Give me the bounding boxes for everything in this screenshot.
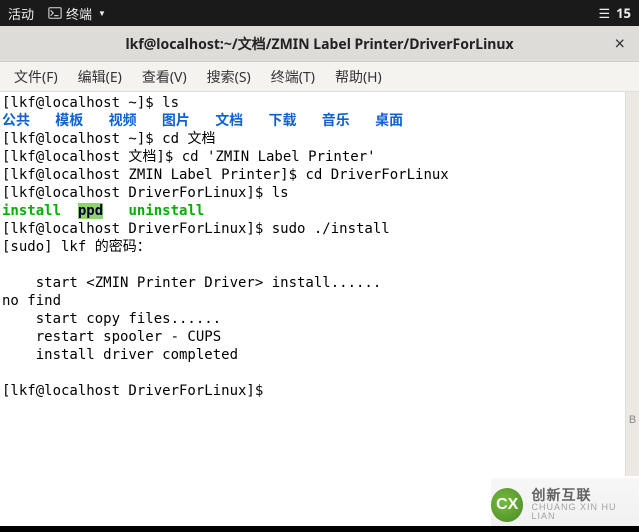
- dir-videos: 视频: [109, 113, 137, 129]
- dropdown-triangle-icon: ▼: [98, 8, 106, 19]
- dir-documents: 文档: [215, 113, 243, 129]
- watermark-line2: CHUANG XIN HU LIAN: [531, 503, 639, 522]
- prompt: [lkf@localhost DriverForLinux]$: [2, 383, 272, 399]
- menu-view[interactable]: 查看(V): [132, 63, 197, 91]
- output-line: no find: [2, 293, 61, 309]
- exec-install: install: [2, 203, 61, 219]
- exec-uninstall: uninstall: [128, 203, 204, 219]
- watermark: CX 创新互联 CHUANG XIN HU LIAN: [491, 478, 639, 532]
- hamburger-icon[interactable]: ☰: [598, 4, 610, 22]
- close-button[interactable]: ×: [608, 31, 631, 56]
- terminal-app-indicator[interactable]: 终端 ▼: [48, 4, 106, 23]
- command-text: cd DriverForLinux: [305, 167, 448, 183]
- output-line: start copy files......: [2, 311, 221, 327]
- dir-templates: 模板: [55, 113, 83, 129]
- command-text: cd 'ZMIN Label Printer': [182, 149, 376, 165]
- prompt: [lkf@localhost DriverForLinux]$: [2, 185, 272, 201]
- window-title: lkf@localhost:~/文档/ZMIN Label Printer/Dr…: [125, 34, 513, 54]
- dir-ppd: ppd: [78, 203, 103, 219]
- menu-file[interactable]: 文件(F): [4, 63, 68, 91]
- window-titlebar: lkf@localhost:~/文档/ZMIN Label Printer/Dr…: [0, 26, 639, 62]
- prompt: [lkf@localhost 文档]$: [2, 149, 182, 165]
- prompt: [lkf@localhost ~]$: [2, 95, 162, 111]
- topbar-right: ☰ 15: [598, 4, 631, 22]
- command-text: sudo ./install: [272, 221, 390, 237]
- watermark-line1: 创新互联: [531, 488, 639, 503]
- topbar-left: 活动 终端 ▼: [8, 4, 106, 23]
- dir-pictures: 图片: [162, 113, 190, 129]
- dir-public: 公共: [2, 113, 30, 129]
- activities-button[interactable]: 活动: [8, 4, 34, 23]
- terminal-wrapper: [lkf@localhost ~]$ ls 公共 模板 视频 图片 文档 下载 …: [0, 92, 639, 476]
- terminal-output[interactable]: [lkf@localhost ~]$ ls 公共 模板 视频 图片 文档 下载 …: [0, 92, 625, 476]
- scrollbar[interactable]: B: [625, 92, 639, 476]
- scrollbar-marker: B: [626, 414, 639, 426]
- output-line: restart spooler - CUPS: [2, 329, 221, 345]
- dir-music: 音乐: [322, 113, 350, 129]
- terminal-app-label: 终端: [66, 4, 92, 23]
- menu-terminal[interactable]: 终端(T): [261, 63, 325, 91]
- dir-desktop: 桌面: [375, 113, 403, 129]
- menu-help[interactable]: 帮助(H): [325, 63, 392, 91]
- date-fragment: 15: [616, 4, 631, 22]
- prompt: [lkf@localhost ~]$: [2, 131, 162, 147]
- dir-downloads: 下载: [268, 113, 296, 129]
- output-line: start <ZMIN Printer Driver> install.....…: [2, 275, 381, 291]
- menubar: 文件(F) 编辑(E) 查看(V) 搜索(S) 终端(T) 帮助(H): [0, 62, 639, 92]
- terminal-icon: [48, 6, 62, 20]
- menu-search[interactable]: 搜索(S): [197, 63, 261, 91]
- prompt: [lkf@localhost ZMIN Label Printer]$: [2, 167, 305, 183]
- output-line: [sudo] lkf 的密码：: [2, 239, 151, 255]
- command-text: ls: [162, 95, 179, 111]
- bottom-strip: [0, 526, 639, 532]
- output-line: install driver completed: [2, 347, 238, 363]
- command-text: cd 文档: [162, 131, 215, 147]
- menu-edit[interactable]: 编辑(E): [68, 63, 132, 91]
- prompt: [lkf@localhost DriverForLinux]$: [2, 221, 272, 237]
- watermark-text: 创新互联 CHUANG XIN HU LIAN: [531, 488, 639, 522]
- command-text: ls: [272, 185, 289, 201]
- gnome-topbar: 活动 终端 ▼ ☰ 15: [0, 0, 639, 26]
- watermark-logo-icon: CX: [491, 488, 523, 522]
